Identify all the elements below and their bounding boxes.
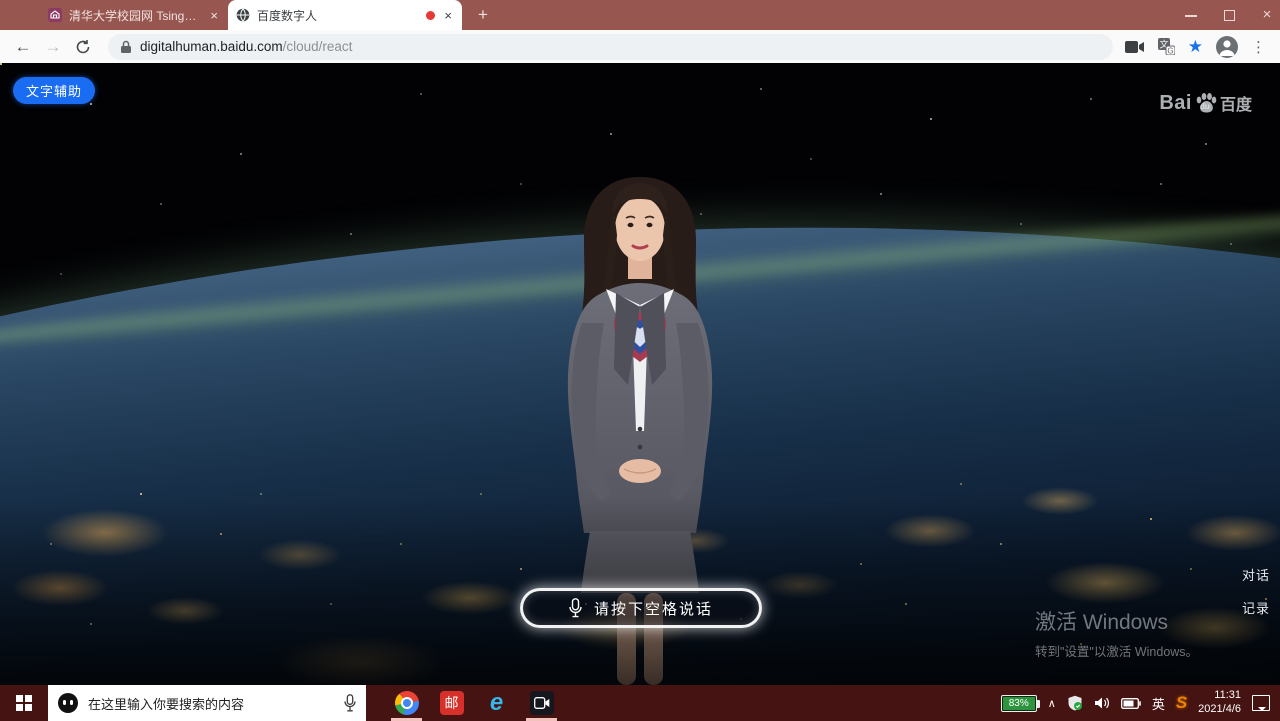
activate-windows-watermark: 激活 Windows 转到"设置"以激活 Windows。 <box>1035 606 1198 660</box>
action-center-icon[interactable] <box>1252 695 1270 711</box>
tab-tsinghua[interactable]: 清华大学校园网 Tsinghua Univ × <box>40 0 228 30</box>
push-to-talk-prompt[interactable]: 请按下空格说话 <box>520 588 762 628</box>
cortana-icon <box>58 693 78 713</box>
tab-close-icon[interactable]: × <box>442 8 454 23</box>
browser-menu-icon[interactable]: ⋮ <box>1251 38 1266 56</box>
tab-title: 清华大学校园网 Tsinghua Univ <box>69 7 201 24</box>
browser-toolbar: ← → digitalhuman.baidu.com/cloud/react 文… <box>0 30 1280 63</box>
baidu-logo-du: du <box>1200 102 1210 111</box>
defender-shield-icon[interactable] <box>1067 695 1083 711</box>
bookmark-star-icon[interactable]: ★ <box>1188 37 1203 57</box>
url-host: digitalhuman.baidu.com <box>140 39 283 54</box>
page-content: 文字辅助 Bai du 百度 请按下空格说话 对话 记录 激活 Windows … <box>0 63 1280 685</box>
dialog-tab-button[interactable]: 对话 <box>1238 563 1274 586</box>
windows-taskbar: 在这里输入你要搜索的内容 邮 e 83% ∧ <box>0 685 1280 721</box>
record-tab-button[interactable]: 记录 <box>1238 596 1274 619</box>
input-language-indicator[interactable]: 英 <box>1152 694 1165 713</box>
profile-avatar[interactable] <box>1216 36 1238 58</box>
clock-date: 2021/4/6 <box>1198 703 1241 717</box>
microphone-icon <box>569 598 582 618</box>
clock-time: 11:31 <box>1198 689 1241 703</box>
back-icon[interactable]: ← <box>10 34 36 60</box>
svg-text:G: G <box>1167 47 1173 56</box>
mail-icon: 邮 <box>440 691 464 715</box>
url-path: /cloud/react <box>283 39 353 54</box>
window-minimize-button[interactable] <box>1184 8 1198 22</box>
screen-recorder-icon <box>530 691 554 715</box>
battery-percent-indicator[interactable]: 83% <box>1001 695 1037 712</box>
taskbar-search-input[interactable]: 在这里输入你要搜索的内容 <box>48 685 366 721</box>
taskbar-chrome-button[interactable] <box>384 685 429 721</box>
window-maximize-button[interactable] <box>1222 8 1236 22</box>
taskbar-camera-button[interactable] <box>519 685 564 721</box>
chrome-icon <box>395 691 419 715</box>
sogou-input-icon[interactable]: S <box>1176 693 1187 713</box>
windows-logo-icon <box>16 695 32 711</box>
battery-icon[interactable] <box>1121 698 1141 709</box>
internet-explorer-icon: e <box>490 691 503 715</box>
window-close-button[interactable]: × <box>1260 8 1274 22</box>
address-bar[interactable]: digitalhuman.baidu.com/cloud/react <box>108 34 1113 60</box>
tab-title: 百度数字人 <box>257 7 419 24</box>
text-assist-button[interactable]: 文字辅助 <box>13 77 95 104</box>
browser-titlebar: 清华大学校园网 Tsinghua Univ × 百度数字人 × + × <box>0 0 1280 30</box>
tsinghua-favicon <box>48 8 62 22</box>
baidu-paw-icon: du <box>1194 91 1218 115</box>
tray-expand-icon[interactable]: ∧ <box>1048 697 1056 710</box>
baidu-logo-cn: 百度 <box>1220 91 1252 115</box>
watermark-line2: 转到"设置"以激活 Windows。 <box>1035 641 1198 660</box>
taskbar-mail-button[interactable]: 邮 <box>429 685 474 721</box>
taskbar-clock[interactable]: 11:31 2021/4/6 <box>1198 689 1241 717</box>
volume-icon[interactable] <box>1094 696 1110 710</box>
reload-icon[interactable] <box>70 34 96 60</box>
tab-close-icon[interactable]: × <box>208 8 220 23</box>
lock-icon <box>120 40 132 54</box>
baidu-logo-bai: Bai <box>1159 92 1192 115</box>
baidu-logo: Bai du 百度 <box>1159 91 1252 115</box>
search-mic-icon[interactable] <box>344 694 356 712</box>
search-placeholder: 在这里输入你要搜索的内容 <box>88 694 334 713</box>
globe-favicon <box>236 8 250 22</box>
tab-digital-human[interactable]: 百度数字人 × <box>228 0 462 30</box>
camera-in-use-icon[interactable] <box>1125 40 1145 54</box>
translate-icon[interactable]: 文 G <box>1158 38 1175 55</box>
battery-percent-label: 83% <box>1009 698 1029 709</box>
new-tab-button[interactable]: + <box>470 3 496 27</box>
start-button[interactable] <box>0 685 48 721</box>
push-to-talk-label: 请按下空格说话 <box>594 598 713 619</box>
forward-icon[interactable]: → <box>40 34 66 60</box>
watermark-line1: 激活 Windows <box>1035 606 1198 636</box>
recording-indicator-icon <box>426 11 435 20</box>
taskbar-ie-button[interactable]: e <box>474 685 519 721</box>
